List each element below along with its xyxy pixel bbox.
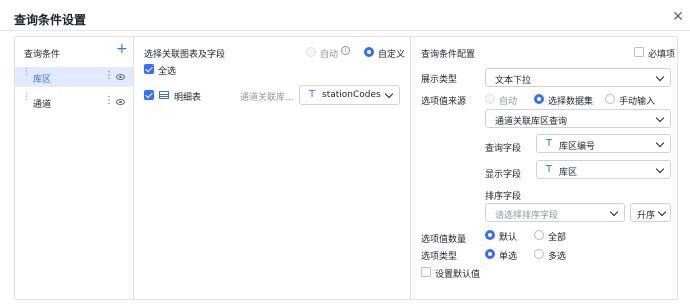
source-manual-label: 手动输入: [619, 97, 656, 107]
sort-field-select[interactable]: 请选择排序字段: [485, 203, 625, 222]
sort-field-placeholder: 请选择排序字段: [495, 211, 559, 221]
option-multi-label: 多选: [548, 252, 567, 262]
source-auto-radio[interactable]: [485, 94, 495, 104]
chevron-down-icon: [657, 207, 667, 217]
default-value-checkbox[interactable]: [421, 267, 431, 277]
required-label: 必填项: [648, 50, 676, 60]
chevron-down-icon: [655, 138, 665, 148]
option-single-label: 单选: [499, 252, 518, 262]
dataset-value: 通道关联库区查询: [495, 117, 568, 127]
chevron-down-icon: [655, 72, 665, 82]
dataset-select[interactable]: 通道关联库区查询: [485, 109, 671, 128]
more-icon[interactable]: ⋮: [104, 71, 114, 81]
select-all-checkbox[interactable]: [144, 64, 154, 74]
table-name: 明细表: [174, 93, 202, 103]
text-type-icon: T: [546, 164, 553, 175]
default-value-label: 设置默认值: [435, 270, 481, 280]
more-icon[interactable]: ⋮: [104, 96, 114, 106]
count-default-label: 默认: [499, 233, 518, 243]
mode-auto-radio[interactable]: [306, 47, 316, 57]
chevron-down-icon: [655, 164, 665, 174]
condition-item-kuqu[interactable]: ⋮ 库区 ⋮: [15, 67, 133, 87]
display-type-value: 文本下拉: [495, 76, 532, 86]
chart-field-header: 选择关联图表及字段: [144, 50, 226, 60]
source-label: 选项值来源: [421, 97, 467, 107]
query-field-select[interactable]: T 库区编号: [536, 134, 671, 153]
field-select[interactable]: T stationCodes: [299, 85, 400, 105]
relation-text: 通道关联库...: [240, 93, 294, 103]
option-count-label: 选项值数量: [421, 235, 467, 245]
table-checkbox[interactable]: [144, 90, 154, 100]
table-icon: [159, 91, 169, 99]
display-field-select[interactable]: T 库区: [536, 160, 671, 179]
condition-item-label: 库区: [33, 75, 52, 85]
count-all-label: 全部: [548, 233, 567, 243]
eye-icon[interactable]: [116, 74, 125, 80]
config-header: 查询条件配置: [421, 50, 476, 60]
source-dataset-label: 选择数据集: [548, 97, 594, 107]
condition-list-panel: 查询条件 + ⋮ 库区 ⋮ ⋮ 通道 ⋮: [15, 37, 134, 299]
sort-order-value: 升序: [637, 211, 656, 221]
drag-handle-icon[interactable]: ⋮: [22, 93, 31, 105]
condition-item-tongdao[interactable]: ⋮ 通道 ⋮: [15, 92, 133, 112]
count-default-radio[interactable]: [485, 230, 495, 240]
option-type-label: 选项类型: [421, 252, 458, 262]
display-field-value: 库区: [559, 168, 578, 178]
select-all-label: 全选: [158, 67, 177, 77]
display-type-select[interactable]: 文本下拉: [485, 68, 671, 87]
eye-icon[interactable]: [116, 99, 125, 105]
condition-config-panel: 查询条件配置 必填项 展示类型 文本下拉 选项值来源 自动 选择数据集 手动输入…: [412, 37, 677, 299]
field-select-value: stationCodes: [322, 90, 381, 100]
query-field-label: 查询字段: [485, 144, 522, 154]
option-multi-radio[interactable]: [534, 249, 544, 259]
chevron-down-icon: [609, 207, 619, 217]
mode-custom-label: 自定义: [378, 50, 406, 60]
source-manual-radio[interactable]: [605, 94, 615, 104]
text-type-icon: T: [309, 89, 316, 100]
display-field-label: 显示字段: [485, 170, 522, 180]
required-checkbox[interactable]: [634, 47, 644, 57]
query-field-value: 库区编号: [559, 142, 596, 152]
condition-item-label: 通道: [33, 100, 52, 110]
mode-auto-label: 自动: [320, 50, 339, 60]
condition-list-header: 查询条件: [24, 50, 61, 60]
header-divider: [0, 30, 690, 31]
option-single-radio[interactable]: [485, 249, 495, 259]
sort-field-label: 排序字段: [485, 192, 522, 202]
count-all-radio[interactable]: [534, 230, 544, 240]
chevron-down-icon: [655, 113, 665, 123]
sort-order-select[interactable]: 升序: [630, 203, 671, 222]
chart-field-panel: 选择关联图表及字段 自动 i 自定义 全选 明细表 通道关联库... T sta…: [135, 37, 411, 299]
source-dataset-radio[interactable]: [534, 94, 544, 104]
source-auto-label: 自动: [499, 97, 518, 107]
drag-handle-icon[interactable]: ⋮: [22, 68, 31, 80]
chevron-down-icon: [384, 89, 394, 99]
add-condition-icon[interactable]: +: [116, 42, 128, 56]
close-icon[interactable]: ✕: [672, 10, 684, 24]
display-type-label: 展示类型: [421, 75, 458, 85]
text-type-icon: T: [546, 138, 553, 149]
info-icon[interactable]: i: [341, 46, 350, 55]
dialog-title: 查询条件设置: [14, 13, 87, 27]
mode-custom-radio[interactable]: [364, 47, 374, 57]
